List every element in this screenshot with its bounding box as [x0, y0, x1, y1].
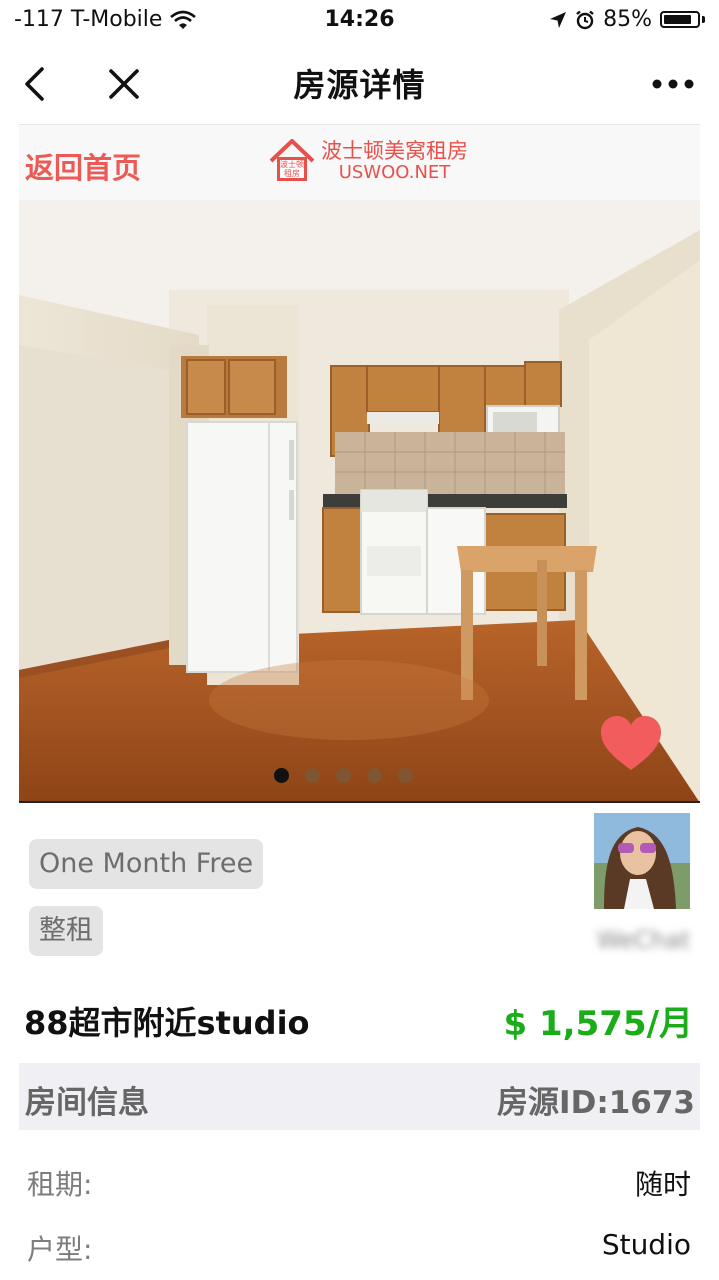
- listing-photo[interactable]: [19, 200, 700, 803]
- nav-bar: 房源详情: [0, 40, 719, 124]
- battery-fill: [664, 15, 691, 24]
- home-link[interactable]: 返回首页: [25, 145, 141, 187]
- logo-english: USWOO.NET: [338, 161, 451, 183]
- agent-avatar[interactable]: [594, 813, 690, 909]
- pagination-dot[interactable]: [336, 768, 351, 783]
- kitchen-photo: [19, 200, 700, 801]
- info-row-value: 随时: [634, 1168, 691, 1201]
- agent-wechat: WeChat: [596, 926, 690, 954]
- battery-tip: [702, 16, 705, 23]
- battery-icon: [660, 11, 700, 28]
- more-button[interactable]: [647, 62, 699, 106]
- page-title: 房源详情: [293, 66, 426, 104]
- logo-text: 波士顿美窝租房 USWOO.NET: [321, 138, 468, 183]
- status-bar: -117 T-Mobile 14:26 85%: [0, 0, 719, 40]
- listing-id: 房源ID:1673: [497, 1085, 695, 1121]
- photo-pagination: [19, 768, 684, 783]
- favorite-button[interactable]: [599, 714, 663, 776]
- alarm-icon: [576, 10, 594, 29]
- info-row-value: Studio: [601, 1228, 691, 1261]
- site-logo[interactable]: 波士顿 租房 波士顿美窝租房 USWOO.NET: [269, 139, 468, 183]
- agent-photo: [594, 813, 690, 909]
- listing-title: 88超市附近studio: [24, 1004, 310, 1042]
- room-info-header: 房间信息 房源ID:1673: [19, 1063, 700, 1130]
- pagination-dot[interactable]: [367, 768, 382, 783]
- pagination-dot[interactable]: [398, 768, 413, 783]
- pagination-dot[interactable]: [305, 768, 320, 783]
- tag-rental-type: 整租: [29, 906, 103, 956]
- battery-percent: 85%: [603, 7, 652, 32]
- pagination-dot[interactable]: [274, 768, 289, 783]
- more-icon: [652, 79, 694, 89]
- info-row-unit-type: 户型: Studio: [27, 1228, 691, 1268]
- info-row-label: 户型:: [27, 1233, 93, 1266]
- status-right: 85%: [549, 7, 705, 32]
- info-row-label: 租期:: [27, 1168, 93, 1201]
- logo-badge-text-2: 租房: [284, 168, 300, 178]
- heart-icon: [601, 716, 661, 770]
- listing-price: $ 1,575/月: [503, 1004, 693, 1044]
- info-row-lease-term: 租期: 随时: [27, 1163, 691, 1203]
- location-arrow-icon: [550, 11, 567, 28]
- house-logo-icon: 波士顿 租房: [269, 139, 315, 181]
- site-banner: 返回首页 波士顿 租房 波士顿美窝租房 USWOO.NET: [19, 124, 700, 201]
- logo-badge-text: 波士顿: [280, 159, 304, 169]
- room-info-title: 房间信息: [25, 1085, 149, 1121]
- logo-chinese: 波士顿美窝租房: [321, 138, 468, 163]
- tag-promotion: One Month Free: [29, 839, 264, 889]
